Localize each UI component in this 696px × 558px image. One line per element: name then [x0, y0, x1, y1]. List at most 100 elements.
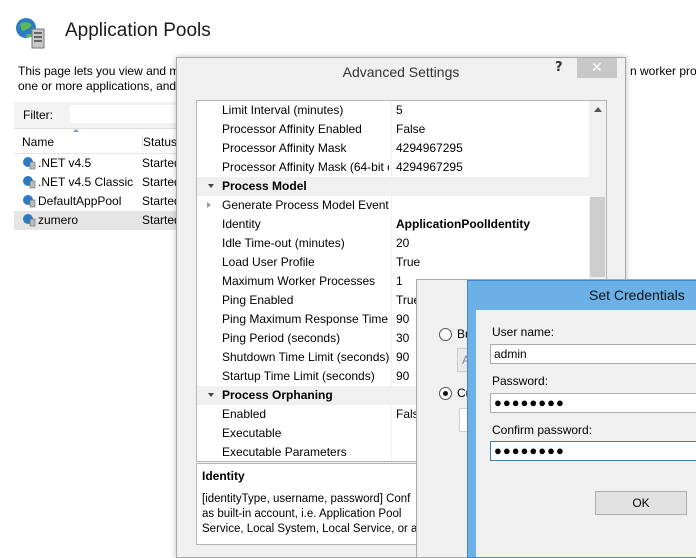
property-value[interactable]: True — [396, 255, 420, 269]
collapsed-triangle-icon[interactable] — [207, 202, 211, 208]
property-label: Processor Affinity Mask (64-bit option) — [222, 160, 389, 174]
property-label: Limit Interval (minutes) — [222, 103, 344, 117]
app-pool-icon — [23, 195, 36, 208]
password-input[interactable]: ●●●●●●●● — [490, 393, 696, 413]
property-row[interactable]: Idle Time-out (minutes) 20 — [197, 234, 589, 253]
property-value[interactable]: 90 — [396, 350, 409, 364]
pool-name: .NET v4.5 — [38, 156, 92, 170]
ok-button[interactable]: OK — [595, 491, 687, 515]
description-line: This page lets you view and m — [18, 64, 180, 78]
property-value[interactable]: 30 — [396, 331, 409, 345]
column-divider — [391, 101, 392, 120]
property-label: Ping Enabled — [222, 293, 294, 307]
column-divider — [391, 120, 392, 139]
property-label: Maximum Worker Processes — [222, 274, 376, 288]
scroll-up-icon[interactable] — [594, 107, 602, 112]
description-line-tail: n worker proc — [630, 64, 696, 78]
set-credentials-dialog: Set Credentials User name: admin Passwor… — [467, 280, 696, 558]
pool-list-header: Name Status — [14, 129, 182, 154]
column-divider — [391, 272, 392, 291]
property-label: Shutdown Time Limit (seconds) — [222, 350, 389, 364]
property-row[interactable]: Processor Affinity Mask 4294967295 — [197, 139, 589, 158]
column-divider — [391, 196, 392, 215]
password-label: Password: — [492, 374, 549, 388]
description-text: Service, Local System, Local Service, or… — [202, 523, 424, 535]
property-label: Executable Parameters — [222, 445, 347, 459]
category-process-model[interactable]: Process Model — [197, 177, 589, 196]
column-divider — [391, 310, 392, 329]
builtin-account-radio[interactable] — [439, 328, 452, 341]
pool-status: Started — [142, 175, 181, 189]
column-header-name[interactable]: Name — [22, 135, 54, 149]
column-divider — [391, 158, 392, 177]
category-label: Process Model — [222, 179, 307, 193]
property-value[interactable]: 20 — [396, 236, 409, 250]
pool-row[interactable]: .NET v4.5 Started — [14, 154, 182, 173]
description-text: [identityType, username, password] Conf — [202, 493, 411, 505]
column-divider — [391, 253, 392, 272]
property-row[interactable]: Generate Process Model Event Log Entry — [197, 196, 589, 215]
help-icon[interactable]: ? — [555, 60, 563, 75]
pool-status: Started — [142, 194, 181, 208]
filter-bar: Filter: — [14, 102, 190, 129]
property-label: Ping Maximum Response Time (seconds) — [222, 312, 389, 326]
property-label: Load User Profile — [222, 255, 315, 269]
pool-name: .NET v4.5 Classic — [38, 175, 134, 189]
property-value[interactable]: ApplicationPoolIdentity — [396, 217, 530, 231]
pool-name: zumero — [38, 213, 79, 227]
property-label: Generate Process Model Event Log Entry — [222, 198, 389, 212]
category-label: Process Orphaning — [222, 388, 333, 402]
column-divider — [391, 234, 392, 253]
property-value[interactable]: 1 — [396, 274, 403, 288]
property-value[interactable]: 90 — [396, 369, 409, 383]
description-title: Identity — [202, 469, 245, 483]
pool-row-selected[interactable]: zumero Started — [14, 211, 182, 230]
property-row[interactable]: Limit Interval (minutes) 5 — [197, 101, 589, 120]
property-value[interactable]: 5 — [396, 103, 403, 117]
property-label: Processor Affinity Enabled — [222, 122, 362, 136]
app-pool-icon — [23, 157, 36, 170]
column-divider — [391, 367, 392, 386]
application-pools-icon — [16, 18, 45, 49]
property-label: Enabled — [222, 407, 267, 421]
expanded-triangle-icon[interactable] — [208, 393, 214, 397]
custom-account-radio[interactable] — [439, 387, 452, 400]
property-row-identity[interactable]: Identity ApplicationPoolIdentity — [197, 215, 589, 234]
column-divider — [391, 348, 392, 367]
property-value[interactable]: 4294967295 — [396, 160, 463, 174]
column-divider — [391, 329, 392, 348]
pool-status: Started — [142, 156, 181, 170]
credentials-form: User name: admin Password: ●●●●●●●● Conf… — [476, 310, 696, 557]
column-divider — [391, 215, 392, 234]
expanded-triangle-icon[interactable] — [208, 184, 214, 188]
property-row[interactable]: Processor Affinity Mask (64-bit option) … — [197, 158, 589, 177]
column-divider — [391, 424, 392, 443]
property-label: Processor Affinity Mask — [222, 141, 347, 155]
column-header-status[interactable]: Status — [142, 135, 177, 149]
column-divider — [391, 139, 392, 158]
property-label: Startup Time Limit (seconds) — [222, 369, 375, 383]
property-value[interactable]: 90 — [396, 312, 409, 326]
close-button[interactable]: ✕ — [577, 58, 617, 78]
pool-status: Started — [142, 213, 181, 227]
property-value[interactable]: False — [396, 122, 425, 136]
filter-label: Filter: — [23, 108, 53, 122]
property-row[interactable]: Processor Affinity Enabled False — [197, 120, 589, 139]
property-value[interactable]: 4294967295 — [396, 141, 463, 155]
column-divider — [391, 443, 392, 461]
property-label: Idle Time-out (minutes) — [222, 236, 345, 250]
column-divider — [391, 291, 392, 310]
column-divider — [391, 405, 392, 424]
filter-input[interactable] — [70, 105, 190, 123]
scrollbar-thumb[interactable] — [590, 197, 605, 277]
pool-row[interactable]: .NET v4.5 Classic Started — [14, 173, 182, 192]
pool-row[interactable]: DefaultAppPool Started — [14, 192, 182, 211]
property-label: Executable — [222, 426, 282, 440]
property-row[interactable]: Load User Profile True — [197, 253, 589, 272]
confirm-password-input[interactable]: ●●●●●●●● — [490, 441, 696, 461]
username-input[interactable]: admin — [490, 344, 696, 364]
description-line: one or more applications, and — [18, 79, 177, 93]
property-label: Ping Period (seconds) — [222, 331, 341, 345]
username-label: User name: — [492, 325, 555, 339]
confirm-password-label: Confirm password: — [492, 423, 593, 437]
